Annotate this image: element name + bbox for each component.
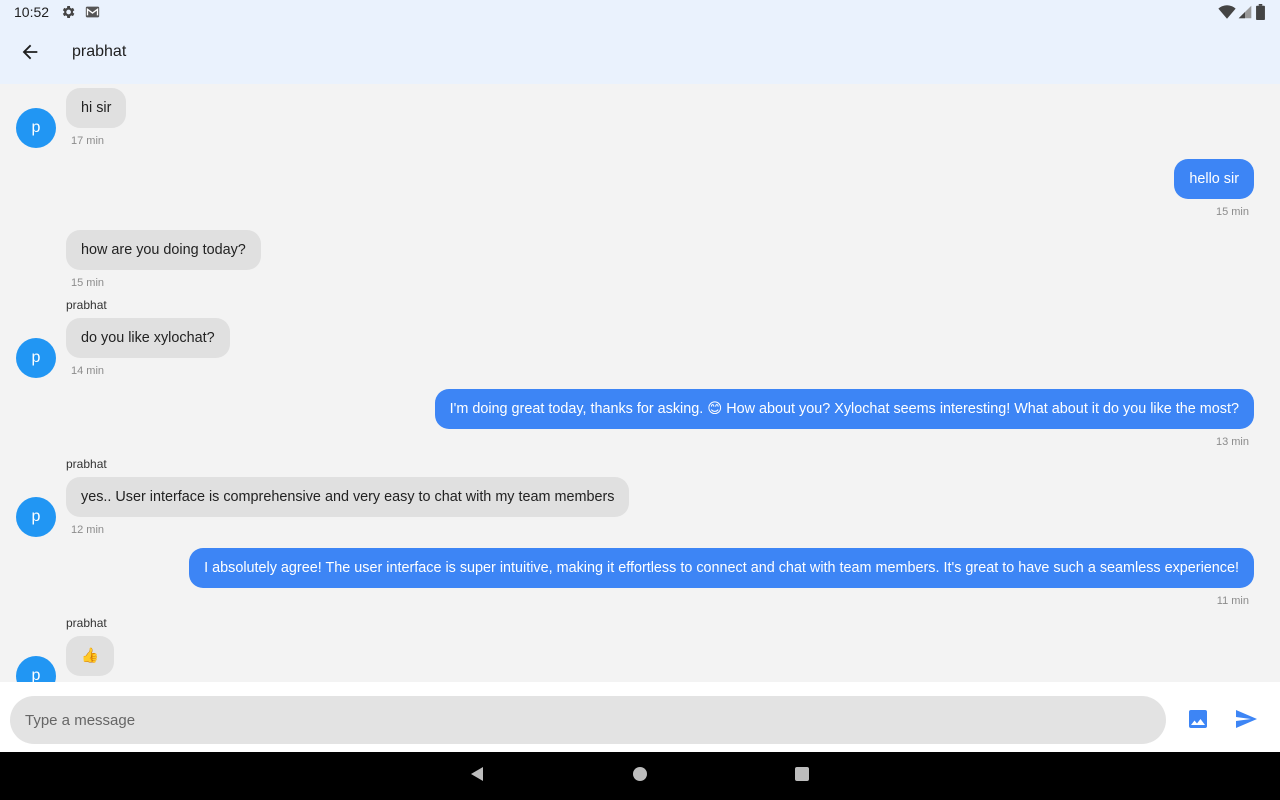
outgoing-message-bubble[interactable]: I absolutely agree! The user interface i… bbox=[189, 548, 1254, 588]
wifi-icon bbox=[1218, 4, 1236, 25]
attach-image-button[interactable] bbox=[1183, 706, 1213, 736]
gmail-icon bbox=[84, 4, 101, 25]
status-time: 10:52 bbox=[14, 4, 50, 20]
outgoing-message-bubble[interactable]: I'm doing great today, thanks for asking… bbox=[434, 389, 1254, 429]
outgoing-message-bubble[interactable]: hello sir bbox=[1174, 159, 1254, 199]
avatar[interactable]: p bbox=[16, 338, 56, 378]
incoming-message-bubble[interactable]: yes.. User interface is comprehensive an… bbox=[66, 477, 630, 517]
chat-message-list[interactable]: p hi sir 17 min hello sir 15 min how are… bbox=[0, 84, 1280, 682]
incoming-message-bubble[interactable]: how are you doing today? bbox=[66, 230, 261, 270]
avatar[interactable]: p bbox=[16, 497, 56, 537]
chat-title: prabhat bbox=[72, 43, 127, 60]
back-triangle-icon bbox=[469, 766, 485, 787]
avatar[interactable]: p bbox=[16, 656, 56, 682]
signal-icon bbox=[1238, 4, 1252, 25]
message-input[interactable] bbox=[10, 696, 1166, 744]
avatar[interactable]: p bbox=[16, 108, 56, 148]
app-bar: prabhat bbox=[0, 24, 1280, 84]
status-bar: 10:52 bbox=[0, 0, 1280, 24]
recents-square-icon bbox=[794, 766, 810, 787]
back-button[interactable] bbox=[12, 36, 48, 72]
message-composer bbox=[0, 682, 1280, 752]
message-time: 17 min bbox=[71, 135, 105, 147]
send-icon bbox=[1234, 707, 1258, 736]
incoming-message-bubble[interactable]: 👍 bbox=[66, 636, 114, 676]
sender-name: prabhat bbox=[66, 298, 107, 312]
message-time: 15 min bbox=[1215, 206, 1249, 218]
battery-icon bbox=[1256, 4, 1265, 25]
nav-home-button[interactable] bbox=[630, 766, 650, 786]
send-button[interactable] bbox=[1231, 706, 1261, 736]
arrow-back-icon bbox=[19, 41, 41, 68]
message-time: 12 min bbox=[71, 524, 105, 536]
home-circle-icon bbox=[632, 766, 648, 787]
message-time: 15 min bbox=[71, 277, 105, 289]
nav-recents-button[interactable] bbox=[792, 766, 812, 786]
sender-name: prabhat bbox=[66, 616, 107, 630]
message-time: 11 min bbox=[1216, 595, 1249, 607]
system-nav-bar bbox=[0, 752, 1280, 800]
message-time: 14 min bbox=[71, 365, 105, 377]
sender-name: prabhat bbox=[66, 457, 107, 471]
image-icon bbox=[1186, 707, 1210, 736]
incoming-message-bubble[interactable]: do you like xylochat? bbox=[66, 318, 230, 358]
nav-back-button[interactable] bbox=[467, 766, 487, 786]
incoming-message-bubble[interactable]: hi sir bbox=[66, 88, 127, 128]
settings-icon bbox=[60, 4, 76, 25]
message-time: 13 min bbox=[1215, 436, 1249, 448]
